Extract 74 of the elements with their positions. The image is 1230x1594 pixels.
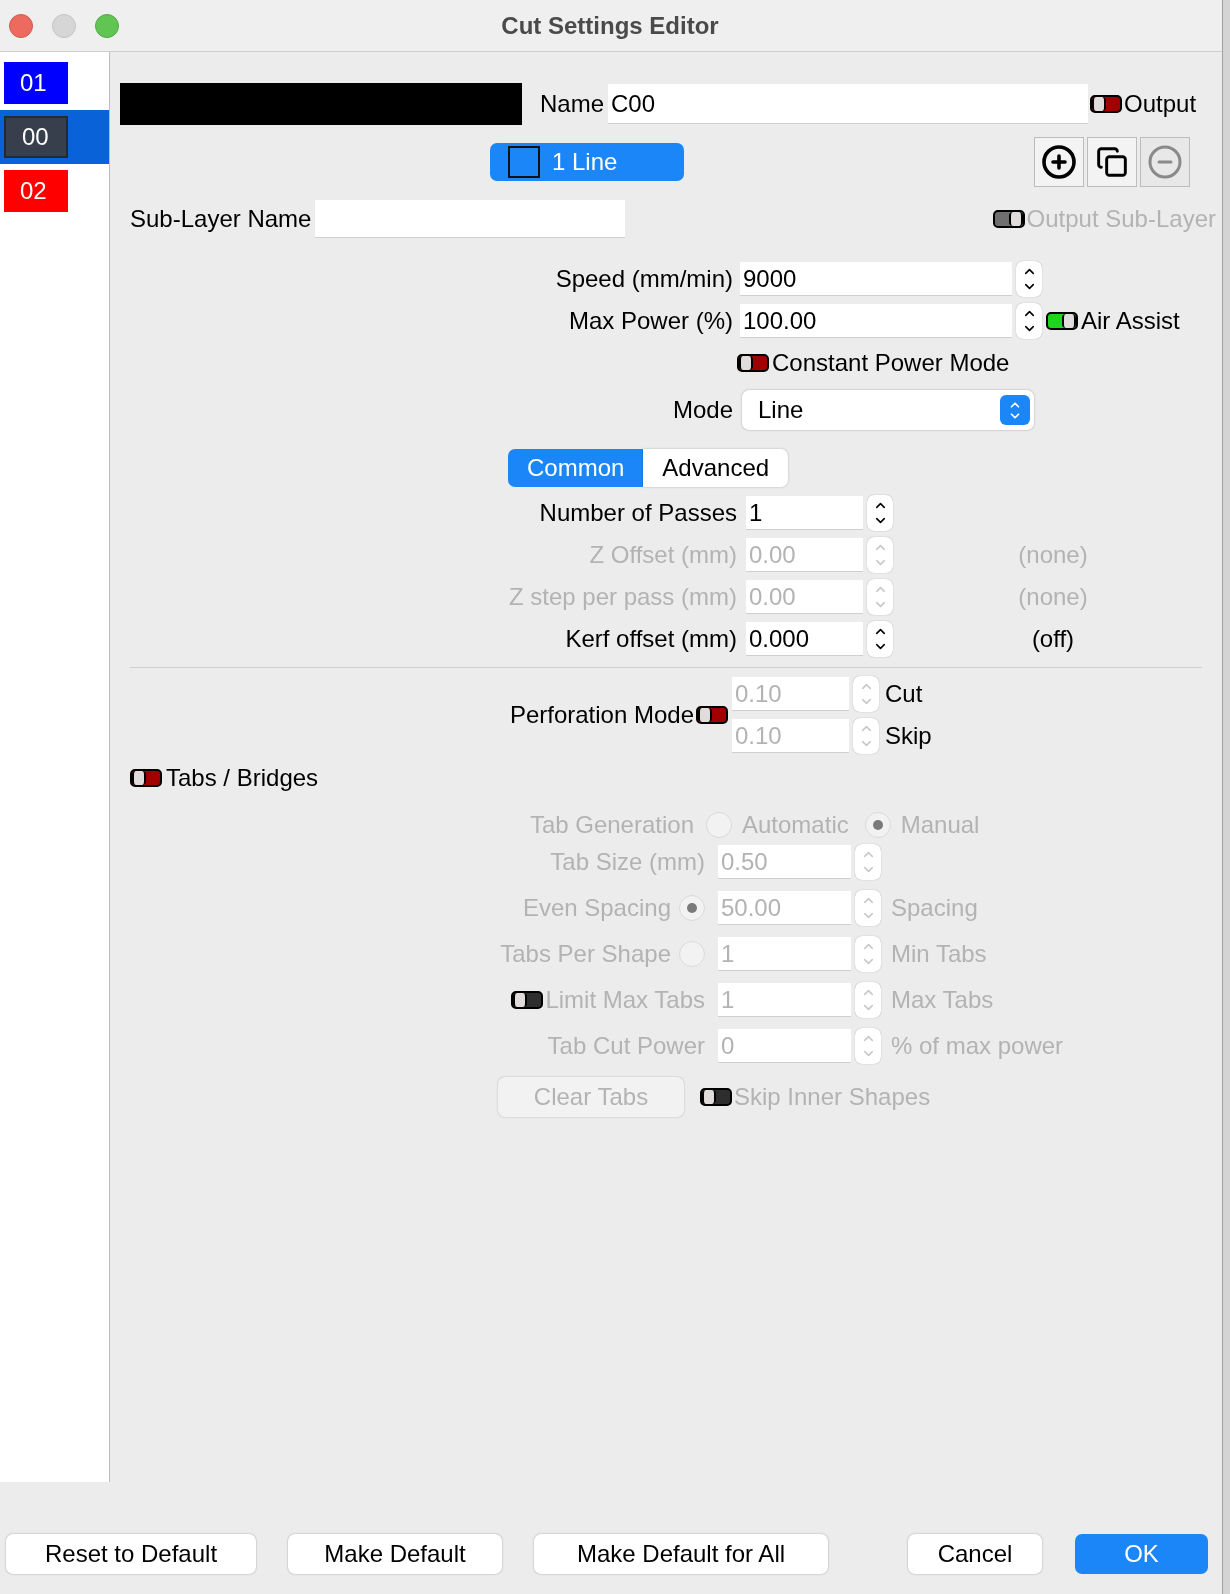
number-field[interactable]: 1 (746, 496, 863, 530)
unit-label: Max Tabs (891, 985, 994, 1015)
output-sub-layer-label: Output Sub-Layer (1026, 204, 1216, 234)
layer-item[interactable]: 01 (0, 56, 109, 110)
field-note: (none) (1017, 540, 1089, 570)
remove-icon (1147, 144, 1183, 180)
zoom-button[interactable] (95, 13, 119, 38)
toggle-switch[interactable] (737, 354, 769, 372)
perforation-unit-label: Skip (885, 721, 932, 751)
unit-label: Spacing (891, 893, 978, 923)
dialog-button[interactable]: Reset to Default (6, 1534, 256, 1574)
field-label: Z step per pass (mm) (507, 582, 737, 612)
toggle-switch[interactable] (1090, 95, 1123, 113)
toggle-switch[interactable] (1046, 312, 1078, 330)
unit-label: Min Tabs (891, 939, 987, 969)
color-swatch[interactable] (120, 83, 522, 125)
tab[interactable]: Advanced (643, 449, 789, 487)
radio-label: Manual (900, 810, 980, 840)
stepper-control[interactable] (1016, 303, 1042, 339)
mode-label: Mode (671, 395, 733, 425)
layer-swatch: 00 (4, 116, 68, 158)
name-field[interactable]: C00 (608, 84, 1089, 124)
radio-label: Automatic (742, 810, 849, 840)
tab-generation-label: Tab Generation (528, 810, 694, 840)
tabs-bridges-label: Tabs / Bridges (166, 763, 319, 793)
field-label: Tab Size (mm) (550, 847, 705, 877)
copy-button[interactable] (1087, 137, 1137, 187)
field-label: Limit Max Tabs (545, 985, 705, 1015)
constant-power-label: Constant Power Mode (772, 348, 1010, 378)
skip-inner-shapes-label: Skip Inner Shapes (734, 1082, 931, 1112)
field-note: (none) (1017, 582, 1089, 612)
field-label: Z Offset (mm) (588, 540, 737, 570)
sub-layer-name-field[interactable] (315, 200, 626, 238)
dialog-button[interactable]: Cancel (908, 1534, 1042, 1574)
perforation-mode-label: Perforation Mode (508, 700, 694, 730)
toggle-switch[interactable] (696, 706, 728, 724)
dialog-button[interactable]: Make Default (288, 1534, 502, 1574)
field-note: (off) (1030, 624, 1076, 654)
number-field[interactable]: 100.00 (740, 304, 1012, 338)
field-label: Kerf offset (mm) (564, 624, 737, 654)
toggle-switch[interactable] (130, 769, 162, 787)
layer-item[interactable]: 02 (0, 164, 109, 218)
tab[interactable]: Common (508, 449, 644, 487)
perforation-unit-label: Cut (885, 679, 923, 709)
stepper-control[interactable] (867, 495, 893, 531)
field-label: Max Power (%) (567, 306, 733, 336)
mode-select[interactable]: Line (742, 390, 1034, 430)
name-label: Name (540, 89, 605, 119)
layer-item[interactable]: 00 (0, 110, 109, 164)
square-icon (508, 146, 540, 178)
number-field[interactable]: 0.000 (746, 622, 863, 656)
stepper-control[interactable] (1016, 261, 1042, 297)
unit-label: % of max power (891, 1031, 1064, 1061)
field-label: Tabs Per Shape (500, 939, 671, 969)
layer-swatch: 02 (4, 170, 68, 212)
field-label: Number of Passes (538, 498, 737, 528)
stepper-control[interactable] (867, 621, 893, 657)
dialog-button[interactable]: Make Default for All (534, 1534, 828, 1574)
dialog-button[interactable]: OK (1075, 1534, 1208, 1574)
copy-icon (1096, 146, 1128, 178)
select-arrows-icon (1000, 395, 1030, 425)
air-assist-label: Air Assist (1081, 306, 1180, 336)
layer-swatch: 01 (4, 62, 68, 104)
field-label: Tab Cut Power (547, 1031, 705, 1061)
close-button[interactable] (9, 13, 33, 38)
add-icon (1041, 144, 1077, 180)
sub-layer-button[interactable]: 1 Line (490, 143, 684, 181)
sub-layer-name-label: Sub-Layer Name (130, 204, 312, 234)
add-button[interactable] (1034, 137, 1084, 187)
number-field[interactable]: 9000 (740, 262, 1012, 296)
window-title: Cut Settings Editor (500, 10, 720, 41)
field-label: Even Spacing (522, 893, 671, 923)
field-label: Speed (mm/min) (554, 264, 733, 294)
output-label: Output (1124, 89, 1197, 119)
